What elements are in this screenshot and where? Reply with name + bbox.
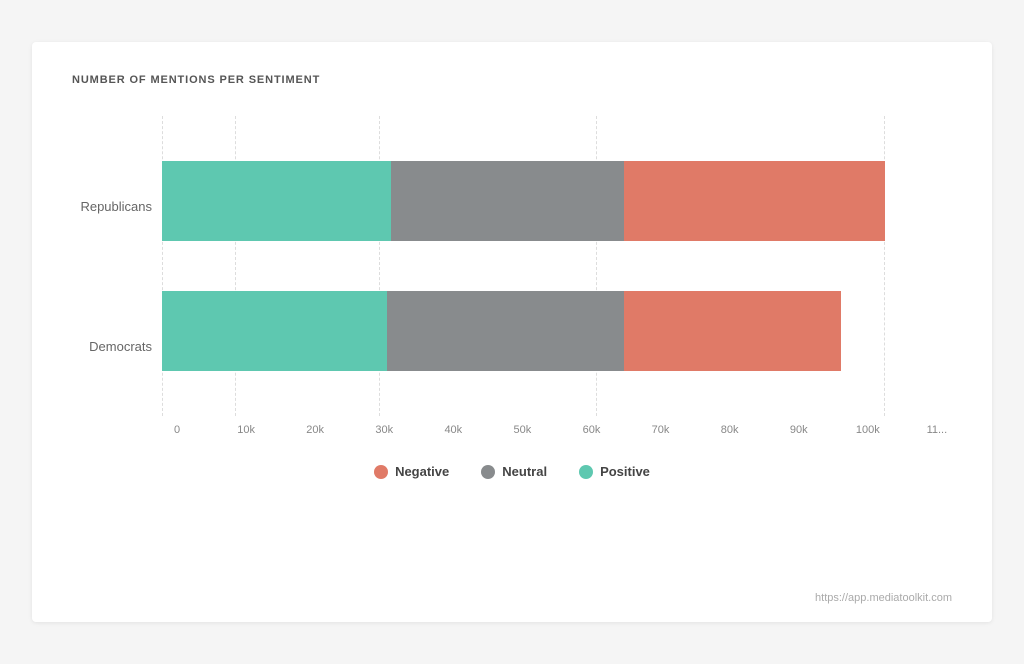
x-label-70k: 70k	[646, 424, 676, 436]
y-label-republicans: Republicans	[72, 166, 152, 246]
legend-label-neutral: Neutral	[502, 464, 547, 479]
legend-label-positive: Positive	[600, 464, 650, 479]
bar-rows	[162, 116, 952, 416]
legend-dot-negative	[374, 465, 388, 479]
y-axis-labels: Republicans Democrats	[72, 116, 162, 436]
chart-container: NUMBER OF MENTIONS PER SENTIMENT Republi…	[32, 42, 992, 622]
x-label-80k: 80k	[715, 424, 745, 436]
chart-legend: Negative Neutral Positive	[72, 464, 952, 479]
bar-row-democrats	[162, 291, 952, 371]
y-label-democrats: Democrats	[72, 306, 152, 386]
bar-row-republicans	[162, 161, 952, 241]
bars-and-xaxis: 0 10k 20k 30k 40k 50k 60k 70k 80k 90k 10…	[162, 116, 952, 436]
x-label-110k: 11...	[922, 424, 952, 436]
x-label-0: 0	[162, 424, 192, 436]
bar-republicans-positive	[162, 161, 391, 241]
x-label-60k: 60k	[576, 424, 606, 436]
legend-dot-neutral	[481, 465, 495, 479]
bar-democrats-positive	[162, 291, 387, 371]
legend-item-negative: Negative	[374, 464, 449, 479]
x-axis: 0 10k 20k 30k 40k 50k 60k 70k 80k 90k 10…	[162, 416, 952, 436]
bar-democrats-negative	[624, 291, 841, 371]
legend-dot-positive	[579, 465, 593, 479]
legend-label-negative: Negative	[395, 464, 449, 479]
x-label-10k: 10k	[231, 424, 261, 436]
watermark: https://app.mediatoolkit.com	[815, 592, 952, 604]
legend-item-neutral: Neutral	[481, 464, 547, 479]
x-label-30k: 30k	[369, 424, 399, 436]
bar-republicans-negative	[624, 161, 885, 241]
x-label-40k: 40k	[438, 424, 468, 436]
x-label-90k: 90k	[784, 424, 814, 436]
bar-democrats-neutral	[387, 291, 624, 371]
chart-title: NUMBER OF MENTIONS PER SENTIMENT	[72, 74, 952, 86]
x-label-50k: 50k	[507, 424, 537, 436]
x-label-100k: 100k	[853, 424, 883, 436]
legend-item-positive: Positive	[579, 464, 650, 479]
bar-republicans-neutral	[391, 161, 624, 241]
x-label-20k: 20k	[300, 424, 330, 436]
bars-area	[162, 116, 952, 416]
chart-body: Republicans Democrats	[72, 116, 952, 436]
